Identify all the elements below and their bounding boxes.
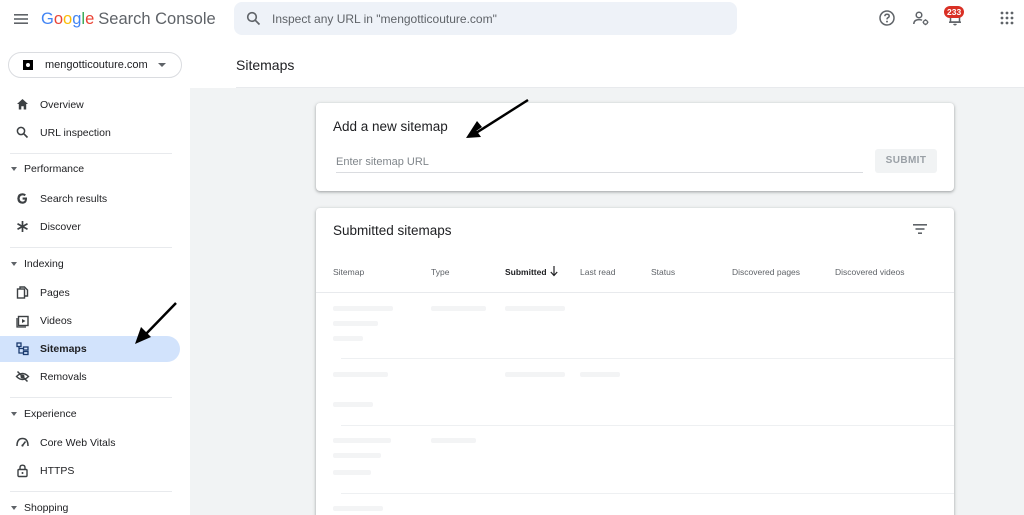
product-name: Search Console <box>98 10 216 28</box>
column-header-type[interactable]: Type <box>431 267 449 277</box>
google-search-console-logo[interactable]: Google Search Console <box>41 10 216 29</box>
card-title: Submitted sitemaps <box>333 223 452 238</box>
sidebar: mengotticouture.com Overview URL inspect… <box>0 38 190 515</box>
search-icon <box>15 125 30 140</box>
divider <box>236 87 1024 88</box>
page-header: Sitemaps <box>190 38 1024 88</box>
column-header-discovered-pages[interactable]: Discovered pages <box>732 267 800 277</box>
column-header-sitemap[interactable]: Sitemap <box>333 267 364 277</box>
loading-placeholder <box>505 372 565 377</box>
asterisk-icon <box>15 219 30 234</box>
sidebar-item-url-inspection[interactable]: URL inspection <box>0 120 180 146</box>
loading-placeholder <box>431 438 476 443</box>
loading-placeholder <box>333 336 363 341</box>
loading-placeholder <box>505 306 565 311</box>
section-shopping[interactable]: Shopping <box>0 499 180 515</box>
loading-placeholder <box>431 306 486 311</box>
collapse-caret-icon <box>11 262 17 266</box>
divider <box>316 292 954 293</box>
sitemap-icon <box>15 341 30 356</box>
sidebar-item-sitemaps[interactable]: Sitemaps <box>0 336 180 362</box>
sidebar-item-https[interactable]: HTTPS <box>0 458 180 484</box>
loading-placeholder <box>333 372 388 377</box>
sidebar-item-videos[interactable]: Videos <box>0 308 180 334</box>
eye-off-icon <box>15 369 30 384</box>
google-g-icon <box>15 191 30 206</box>
apps-grid-icon[interactable] <box>998 9 1016 27</box>
collapse-caret-icon <box>11 167 17 171</box>
loading-placeholder <box>333 453 381 458</box>
loading-placeholder <box>333 438 391 443</box>
sidebar-item-overview[interactable]: Overview <box>0 92 180 118</box>
sort-arrow-down-icon <box>549 265 559 277</box>
notification-count-badge: 233 <box>944 6 965 18</box>
loading-placeholder <box>333 470 371 475</box>
chevron-down-icon <box>158 63 166 67</box>
url-inspection-search[interactable] <box>234 2 737 35</box>
card-title: Add a new sitemap <box>333 119 448 134</box>
menu-icon[interactable] <box>12 10 30 28</box>
sitemap-url-input[interactable] <box>336 151 863 173</box>
sidebar-item-discover[interactable]: Discover <box>0 214 180 240</box>
sidebar-item-core-web-vitals[interactable]: Core Web Vitals <box>0 430 180 456</box>
gauge-icon <box>15 435 30 450</box>
column-header-last-read[interactable]: Last read <box>580 267 615 277</box>
loading-placeholder <box>333 506 383 511</box>
manage-users-icon[interactable] <box>912 9 930 27</box>
filter-icon[interactable] <box>911 220 929 238</box>
page-title: Sitemaps <box>236 57 295 73</box>
lock-icon <box>15 463 30 478</box>
column-header-status[interactable]: Status <box>651 267 675 277</box>
main-content: Sitemaps Add a new sitemap SUBMIT Submit… <box>190 38 1024 515</box>
loading-placeholder <box>580 372 620 377</box>
table-row-divider <box>341 425 954 426</box>
section-performance[interactable]: Performance <box>0 160 180 180</box>
collapse-caret-icon <box>11 506 17 510</box>
video-icon <box>15 313 30 328</box>
search-icon <box>246 11 261 26</box>
search-input[interactable] <box>272 2 722 35</box>
column-header-submitted[interactable]: Submitted <box>505 267 547 277</box>
submitted-sitemaps-card: Submitted sitemaps Sitemap Type Submitte… <box>316 208 954 515</box>
collapse-caret-icon <box>11 412 17 416</box>
top-bar: GoogleSearch Console 233 <box>0 0 1024 38</box>
add-sitemap-card: Add a new sitemap SUBMIT <box>316 103 954 191</box>
pages-icon <box>15 285 30 300</box>
help-icon[interactable] <box>878 9 896 27</box>
loading-placeholder <box>333 402 373 407</box>
column-header-discovered-videos[interactable]: Discovered videos <box>835 267 904 277</box>
sidebar-item-search-results[interactable]: Search results <box>0 186 180 212</box>
loading-placeholder <box>333 321 378 326</box>
table-row-divider <box>341 493 954 494</box>
section-indexing[interactable]: Indexing <box>0 255 180 275</box>
table-row-divider <box>341 358 954 359</box>
property-favicon-icon <box>23 60 33 70</box>
section-experience[interactable]: Experience <box>0 405 180 425</box>
submit-button[interactable]: SUBMIT <box>875 149 937 173</box>
property-selector[interactable]: mengotticouture.com <box>8 52 182 78</box>
sidebar-item-pages[interactable]: Pages <box>0 280 180 306</box>
home-icon <box>15 97 30 112</box>
divider <box>10 491 172 492</box>
divider <box>10 153 172 154</box>
divider <box>10 397 172 398</box>
loading-placeholder <box>333 306 393 311</box>
sidebar-item-removals[interactable]: Removals <box>0 364 180 390</box>
property-name: mengotticouture.com <box>45 59 148 71</box>
divider <box>10 247 172 248</box>
